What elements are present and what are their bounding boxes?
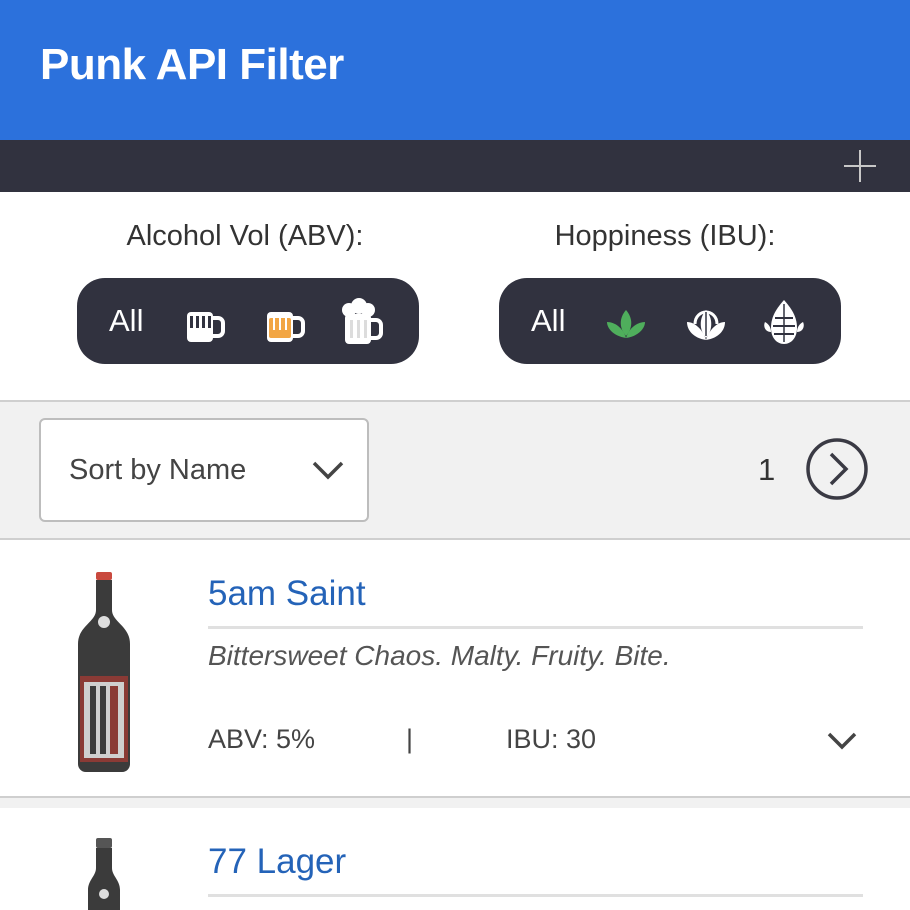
- sort-select[interactable]: Sort by Name: [39, 418, 369, 522]
- plus-icon[interactable]: [840, 146, 880, 186]
- abv-filter-label: Alcohol Vol (ABV):: [126, 220, 364, 252]
- beer-ibu: IBU: 30: [506, 724, 597, 754]
- expand-chevron-icon[interactable]: [826, 730, 858, 752]
- divider: [208, 894, 863, 897]
- toolbar: [0, 140, 910, 192]
- card-gap: [0, 798, 910, 808]
- abv-all-option[interactable]: All: [109, 303, 143, 339]
- hop-low-icon[interactable]: [603, 298, 649, 346]
- mug-high-icon[interactable]: [339, 298, 385, 346]
- beer-tagline: Bittersweet Chaos. Malty. Fruity. Bite.: [208, 640, 671, 671]
- ibu-filter-label: Hoppiness (IBU):: [554, 220, 776, 252]
- app-header: Punk API Filter: [0, 0, 910, 140]
- beer-bottle-image: [78, 572, 130, 772]
- beer-abv: ABV: 5%: [208, 724, 316, 754]
- hop-medium-icon[interactable]: [683, 298, 729, 346]
- beer-name-link[interactable]: 77 Lager: [208, 842, 346, 882]
- beer-name-link[interactable]: 5am Saint: [208, 574, 366, 614]
- mug-low-icon[interactable]: [181, 298, 227, 346]
- app-title: Punk API Filter: [40, 40, 344, 89]
- next-page-button[interactable]: [805, 437, 869, 501]
- hop-high-icon[interactable]: [761, 298, 807, 346]
- ibu-all-option[interactable]: All: [531, 303, 565, 339]
- beer-bottle-image: [88, 838, 120, 910]
- chevron-down-icon: [312, 461, 344, 480]
- sort-select-value: Sort by Name: [69, 454, 247, 486]
- abv-filter-group: All: [77, 278, 419, 364]
- mug-medium-icon[interactable]: [261, 298, 307, 346]
- page-number: 1: [758, 452, 776, 487]
- ibu-filter-group: All: [499, 278, 841, 364]
- divider: [208, 626, 863, 629]
- stat-separator: |: [406, 724, 414, 754]
